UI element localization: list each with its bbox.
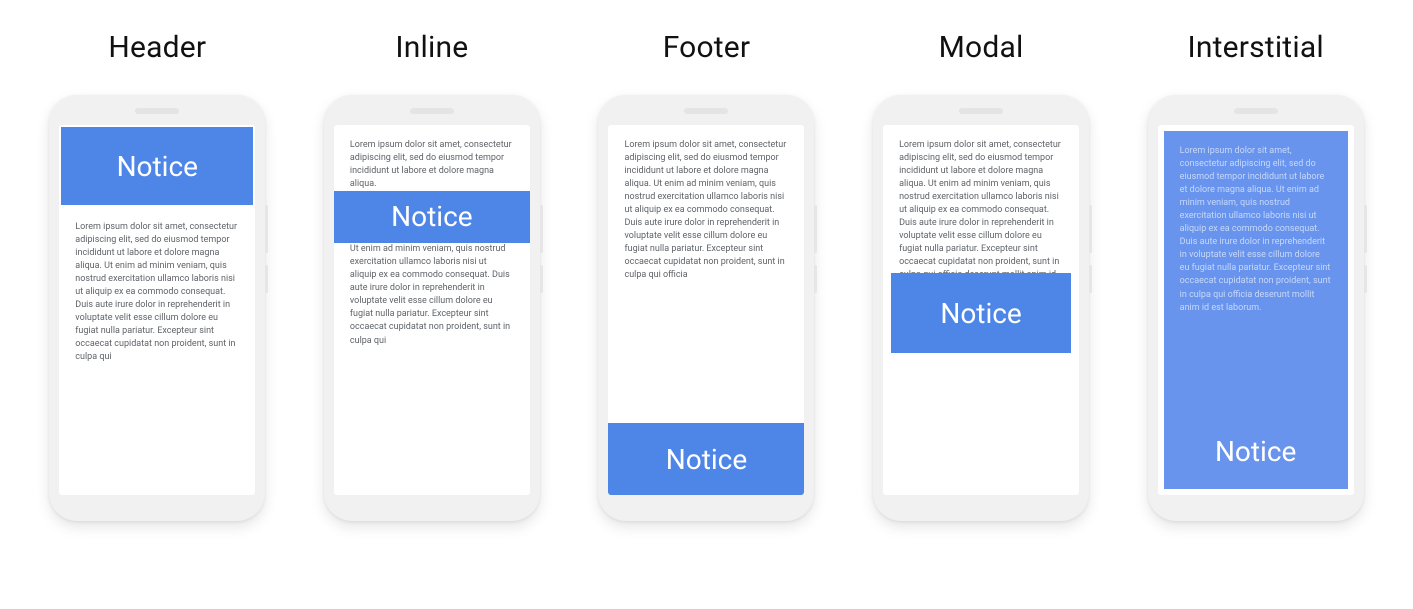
phone-speaker: [959, 108, 1003, 114]
phone-frame: Lorem ipsum dolor sit amet, consectetur …: [324, 95, 540, 521]
body-text: Lorem ipsum dolor sit amet, consectetur …: [334, 125, 530, 362]
phone-screen: Notice Lorem ipsum dolor sit amet, conse…: [59, 125, 255, 495]
variant-title: Inline: [395, 30, 468, 65]
variant-title: Header: [108, 30, 206, 65]
lorem-paragraph: Lorem ipsum dolor sit amet, consectetur …: [350, 139, 514, 191]
phone-frame: Notice Lorem ipsum dolor sit amet, conse…: [49, 95, 265, 521]
phone-screen: Lorem ipsum dolor sit amet, consectetur …: [883, 125, 1079, 495]
phone-frame: Lorem ipsum dolor sit amet, consectetur …: [598, 95, 814, 521]
phone-screen: Lorem ipsum dolor sit amet, consectetur …: [1158, 125, 1354, 495]
variant-modal: Modal Lorem ipsum dolor sit amet, consec…: [854, 30, 1109, 521]
phone-speaker: [135, 108, 179, 114]
notice-banner-modal: Notice: [891, 273, 1071, 353]
phone-speaker: [684, 108, 728, 114]
variant-footer: Footer Lorem ipsum dolor sit amet, conse…: [579, 30, 834, 521]
phone-screen: Lorem ipsum dolor sit amet, consectetur …: [608, 125, 804, 495]
lorem-paragraph: Lorem ipsum dolor sit amet, consectetur …: [624, 139, 788, 283]
lorem-paragraph: Lorem ipsum dolor sit amet, consectetur …: [75, 221, 239, 365]
notice-banner-inline: Notice: [334, 191, 530, 243]
body-text: Lorem ipsum dolor sit amet, consectetur …: [1164, 131, 1348, 329]
variant-title: Modal: [939, 30, 1024, 65]
lorem-paragraph: Ut enim ad minim veniam, quis nostrud ex…: [350, 243, 514, 347]
phone-frame: Lorem ipsum dolor sit amet, consectetur …: [1148, 95, 1364, 521]
notice-banner-interstitial: Notice: [1160, 429, 1352, 475]
phone-speaker: [1234, 108, 1278, 114]
phone-frame: Lorem ipsum dolor sit amet, consectetur …: [873, 95, 1089, 521]
phone-screen: Lorem ipsum dolor sit amet, consectetur …: [334, 125, 530, 495]
lorem-paragraph: Lorem ipsum dolor sit amet, consectetur …: [1180, 145, 1332, 315]
notice-overlay-interstitial: Lorem ipsum dolor sit amet, consectetur …: [1164, 131, 1348, 489]
variant-header: Header Notice Lorem ipsum dolor sit amet…: [30, 30, 285, 521]
notice-banner-header: Notice: [61, 127, 253, 205]
body-text: Lorem ipsum dolor sit amet, consectetur …: [59, 207, 255, 379]
variant-interstitial: Interstitial Lorem ipsum dolor sit amet,…: [1128, 30, 1383, 521]
variant-title: Interstitial: [1188, 30, 1324, 65]
notice-banner-footer: Notice: [608, 423, 804, 495]
variant-inline: Inline Lorem ipsum dolor sit amet, conse…: [305, 30, 560, 521]
variant-title: Footer: [663, 30, 751, 65]
diagram-row: Header Notice Lorem ipsum dolor sit amet…: [0, 0, 1413, 521]
body-text: Lorem ipsum dolor sit amet, consectetur …: [608, 125, 804, 297]
phone-speaker: [410, 108, 454, 114]
